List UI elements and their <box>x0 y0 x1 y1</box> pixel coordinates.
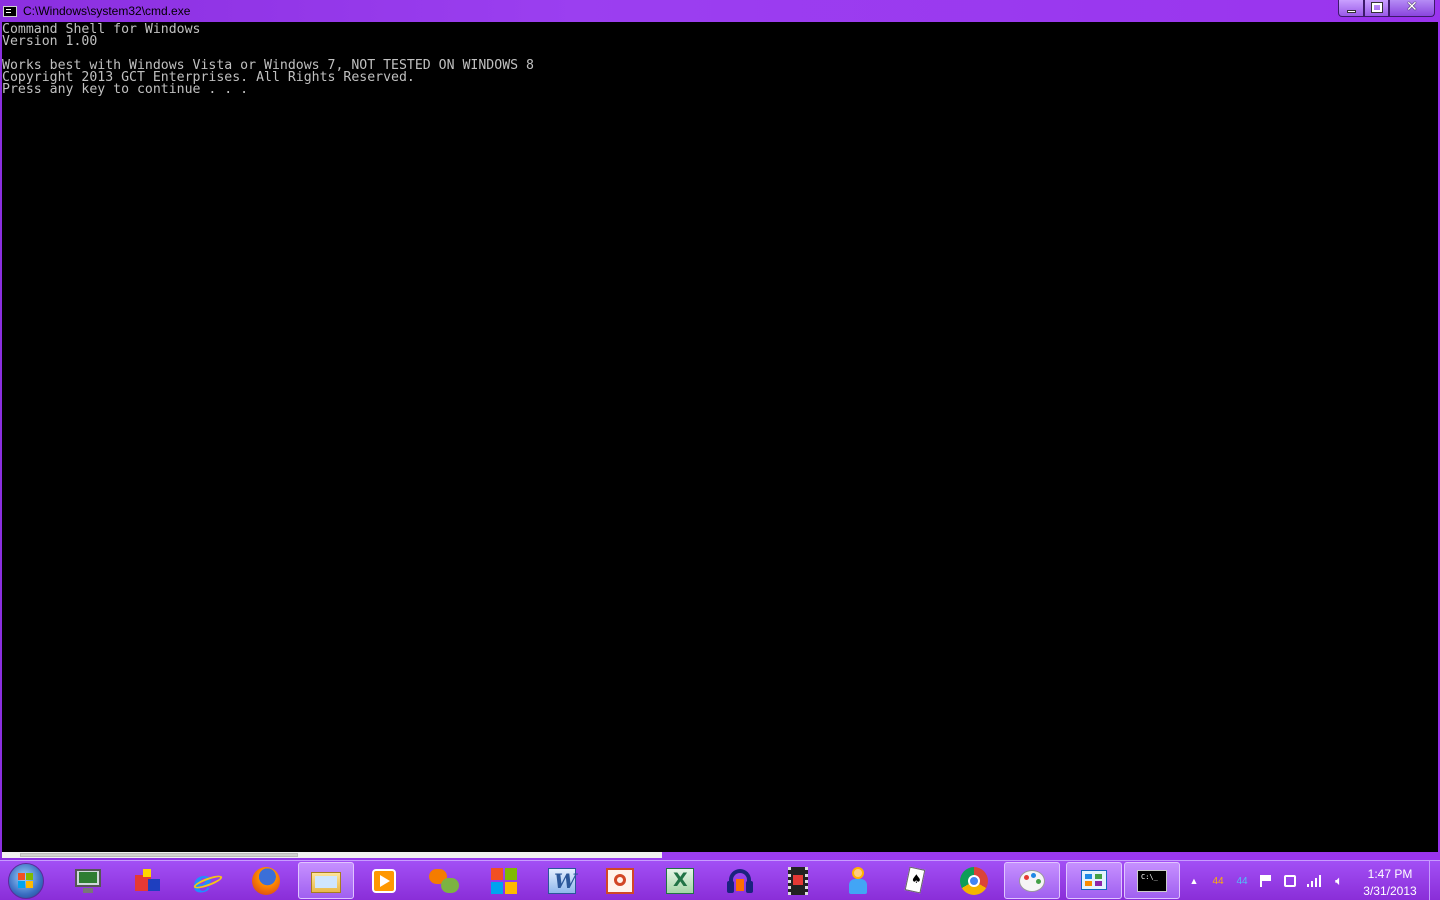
console-area[interactable]: Command Shell for Windows Version 1.00 W… <box>2 22 1438 852</box>
taskbar-windows-app[interactable] <box>476 862 532 899</box>
cmd-window: C:\Windows\system32\cmd.exe ✕ Command Sh… <box>0 0 1440 860</box>
chrome-icon <box>959 866 989 895</box>
close-icon: ✕ <box>1406 0 1418 15</box>
console-line: Version 1.00 <box>2 34 98 49</box>
movie-maker-icon <box>783 866 813 895</box>
user-figure-icon <box>843 866 873 895</box>
powerpoint-icon <box>605 867 635 895</box>
show-desktop-button[interactable] <box>1429 861 1440 900</box>
taskbar-word[interactable]: W <box>534 862 590 899</box>
speaker-icon: 🔈︎ <box>1335 873 1343 888</box>
taskbar-movie-maker[interactable] <box>770 862 826 899</box>
remote-desktop-icon <box>73 867 103 895</box>
clock-date: 3/31/2013 <box>1363 884 1417 898</box>
power-plug-icon[interactable] <box>1281 861 1299 900</box>
caption-buttons: ✕ <box>1338 0 1435 19</box>
taskbar-control-panel[interactable] <box>1066 862 1122 899</box>
window-title: C:\Windows\system32\cmd.exe <box>23 4 191 18</box>
console-line: Press any key to continue . . . <box>2 82 249 97</box>
taskbar-windows-explorer[interactable] <box>298 862 354 899</box>
clock-time: 1:47 PM <box>1367 867 1413 881</box>
internet-explorer-icon: e <box>192 865 224 900</box>
cmd-app-icon[interactable] <box>3 6 17 17</box>
action-center-flag-icon[interactable] <box>1257 861 1275 900</box>
taskbar: e W X ♠ C:\_ ▲ 44 44 🔈︎ 1:47 PM 3/31/201… <box>0 860 1440 900</box>
tray-badge-1[interactable]: 44 <box>1208 861 1228 900</box>
firefox-icon <box>251 866 281 895</box>
word-icon: W <box>547 867 577 895</box>
solitaire-icon: ♠ <box>899 866 929 895</box>
taskbar-powerpoint[interactable] <box>592 862 648 899</box>
console-output: Command Shell for Windows Version 1.00 W… <box>2 23 534 97</box>
taskbar-join-me[interactable] <box>416 862 472 899</box>
taskbar-user-app[interactable] <box>830 862 886 899</box>
taskbar-paint[interactable] <box>1004 862 1060 899</box>
taskbar-blocks-app[interactable] <box>120 862 176 899</box>
network-signal-icon[interactable] <box>1305 861 1323 900</box>
restore-icon <box>1371 2 1383 13</box>
maximize-button[interactable] <box>1364 0 1389 17</box>
taskbar-media-player[interactable] <box>356 862 412 899</box>
paint-icon <box>1017 867 1047 895</box>
windows-start-icon <box>18 873 34 889</box>
taskbar-excel[interactable]: X <box>652 862 708 899</box>
chevron-up-icon: ▲ <box>1189 876 1199 886</box>
join-me-icon <box>429 867 459 895</box>
control-panel-icon <box>1079 867 1109 895</box>
app-blocks-icon <box>133 867 163 895</box>
audacity-icon <box>725 867 755 895</box>
volume-icon[interactable]: 🔈︎ <box>1329 861 1349 900</box>
taskbar-solitaire[interactable]: ♠ <box>886 862 942 899</box>
start-button[interactable] <box>8 863 44 899</box>
taskbar-audacity[interactable] <box>712 862 768 899</box>
title-bar[interactable]: C:\Windows\system32\cmd.exe ✕ <box>0 0 1440 22</box>
close-button[interactable]: ✕ <box>1389 0 1435 17</box>
taskbar-internet-explorer[interactable]: e <box>180 862 236 900</box>
show-hidden-icons-button[interactable]: ▲ <box>1186 861 1202 900</box>
scrollbar-thumb[interactable] <box>20 853 298 857</box>
horizontal-scrollbar[interactable] <box>2 852 662 858</box>
media-player-icon <box>369 867 399 895</box>
clock[interactable]: 1:47 PM 3/31/2013 <box>1355 866 1425 900</box>
tray-badge-2[interactable]: 44 <box>1232 861 1252 900</box>
taskbar-chrome[interactable] <box>946 862 1002 899</box>
taskbar-cmd[interactable]: C:\_ <box>1124 862 1180 899</box>
taskbar-remote-desktop[interactable] <box>60 862 116 899</box>
minimize-icon <box>1347 10 1356 13</box>
cmd-icon: C:\_ <box>1137 867 1167 895</box>
excel-icon: X <box>665 867 695 895</box>
windows-logo-app-icon <box>489 867 519 895</box>
taskbar-firefox[interactable] <box>238 862 294 899</box>
windows-explorer-icon <box>311 867 341 895</box>
minimize-button[interactable] <box>1338 0 1364 17</box>
